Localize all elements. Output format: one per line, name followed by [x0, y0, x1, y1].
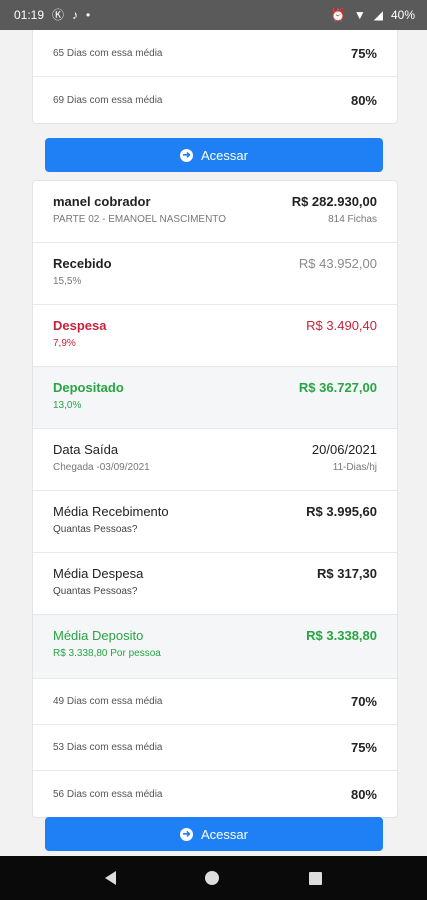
depositado-row: Depositado 13,0% R$ 36.727,00 — [33, 367, 397, 429]
acessar-button-label: Acessar — [201, 826, 248, 842]
alarm-icon: ⏰ — [330, 8, 346, 22]
despesa-label: Despesa — [53, 318, 107, 333]
collector-total: R$ 282.930,00 — [291, 194, 377, 209]
summary-card-top: 65 Dias com essa média 75% 69 Dias com e… — [32, 30, 398, 124]
despesa-row: Despesa 7,9% R$ 3.490,40 — [33, 305, 397, 367]
list-item: 56 Dias com essa média 80% — [33, 771, 397, 817]
media-recebimento-row: Média Recebimento Quantas Pessoas? R$ 3.… — [33, 491, 397, 553]
recebido-label: Recebido — [53, 256, 112, 271]
dias-hoje: 11-Dias/hj — [332, 462, 377, 473]
media-deposito-row: Média Deposito R$ 3.338,80 Por pessoa R$… — [33, 615, 397, 679]
arrow-right-circle-icon: ➜ — [180, 148, 194, 162]
despesa-value: R$ 3.490,40 — [306, 318, 377, 333]
navigation-bar — [0, 856, 427, 900]
acessar-button[interactable]: ➜ Acessar — [45, 138, 383, 172]
media-deposito-label: Média Deposito — [53, 628, 144, 643]
acessar-button-label: Acessar — [201, 147, 248, 163]
dias-percent: 80% — [350, 786, 377, 802]
list-item: 69 Dias com essa média 80% — [33, 77, 397, 123]
dias-label: 56 Dias com essa média — [53, 788, 163, 800]
media-recebimento-sub: Quantas Pessoas? — [53, 524, 138, 535]
media-deposito-value: R$ 3.338,80 — [306, 628, 377, 643]
dias-label: 49 Dias com essa média — [53, 696, 163, 707]
collector-card: manel cobrador PARTE 02 - EMANOEL NASCIM… — [32, 180, 398, 818]
dias-percent: 75% — [350, 46, 377, 61]
recebido-row: Recebido 15,5% R$ 43.952,00 — [33, 243, 397, 305]
recebido-percent: 15,5% — [53, 276, 82, 287]
recent-apps-icon[interactable] — [309, 871, 323, 885]
collector-subtitle: PARTE 02 - EMANOEL NASCIMENTO — [53, 214, 227, 225]
dias-percent: 80% — [350, 92, 377, 108]
data-saida-row: Data Saída Chegada -03/09/2021 20/06/202… — [33, 429, 397, 491]
recebido-value: R$ 43.952,00 — [298, 256, 377, 271]
back-icon[interactable] — [104, 871, 116, 885]
home-icon[interactable] — [205, 871, 220, 885]
signal-icon: ◢ — [373, 8, 383, 22]
acessar-button[interactable]: ➜ Acessar — [45, 817, 383, 851]
data-saida-value: 20/06/2021 — [311, 442, 377, 457]
arrow-right-circle-icon: ➜ — [180, 827, 194, 841]
depositado-value: R$ 36.727,00 — [298, 380, 377, 395]
collector-fichas: 814 Fichas — [328, 214, 377, 225]
media-despesa-sub: Quantas Pessoas? — [53, 586, 138, 597]
data-saida-label: Data Saída — [53, 442, 119, 457]
collector-name: manel cobrador — [53, 194, 151, 209]
media-recebimento-value: R$ 3.995,60 — [306, 504, 377, 519]
list-item: 49 Dias com essa média 70% — [33, 679, 397, 725]
wifi-icon: ▼ — [353, 8, 366, 22]
dias-label: 69 Dias com essa média — [53, 94, 163, 106]
status-bar: 01:19 Ⓚ ♪ • ⏰ ▼ ◢ 40% — [0, 0, 427, 30]
media-despesa-value: R$ 317,30 — [317, 566, 377, 581]
tiktok-icon: ♪ — [72, 8, 79, 22]
dot-icon: • — [86, 8, 91, 22]
dias-percent: 75% — [350, 740, 377, 755]
collector-header: manel cobrador PARTE 02 - EMANOEL NASCIM… — [33, 181, 397, 243]
despesa-percent: 7,9% — [53, 338, 76, 349]
media-despesa-label: Média Despesa — [53, 566, 144, 581]
dias-percent: 70% — [350, 694, 377, 709]
status-bar-left: 01:19 Ⓚ ♪ • — [14, 8, 90, 22]
main-content[interactable]: 65 Dias com essa média 75% 69 Dias com e… — [0, 30, 427, 856]
chegada-date: Chegada -03/09/2021 — [53, 462, 150, 473]
media-recebimento-label: Média Recebimento — [53, 504, 169, 519]
dias-label: 65 Dias com essa média — [53, 48, 163, 59]
dias-label: 53 Dias com essa média — [53, 742, 163, 753]
depositado-percent: 13,0% — [53, 400, 82, 411]
media-deposito-sub: R$ 3.338,80 Por pessoa — [53, 648, 161, 659]
notification-app-icon: Ⓚ — [52, 8, 65, 22]
battery-level: 40% — [390, 8, 415, 22]
depositado-label: Depositado — [53, 380, 124, 395]
list-item: 65 Dias com essa média 75% — [33, 30, 397, 77]
media-despesa-row: Média Despesa Quantas Pessoas? R$ 317,30 — [33, 553, 397, 615]
status-bar-right: ⏰ ▼ ◢ 40% — [331, 8, 415, 22]
list-item: 53 Dias com essa média 75% — [33, 725, 397, 771]
status-time: 01:19 — [14, 8, 45, 22]
